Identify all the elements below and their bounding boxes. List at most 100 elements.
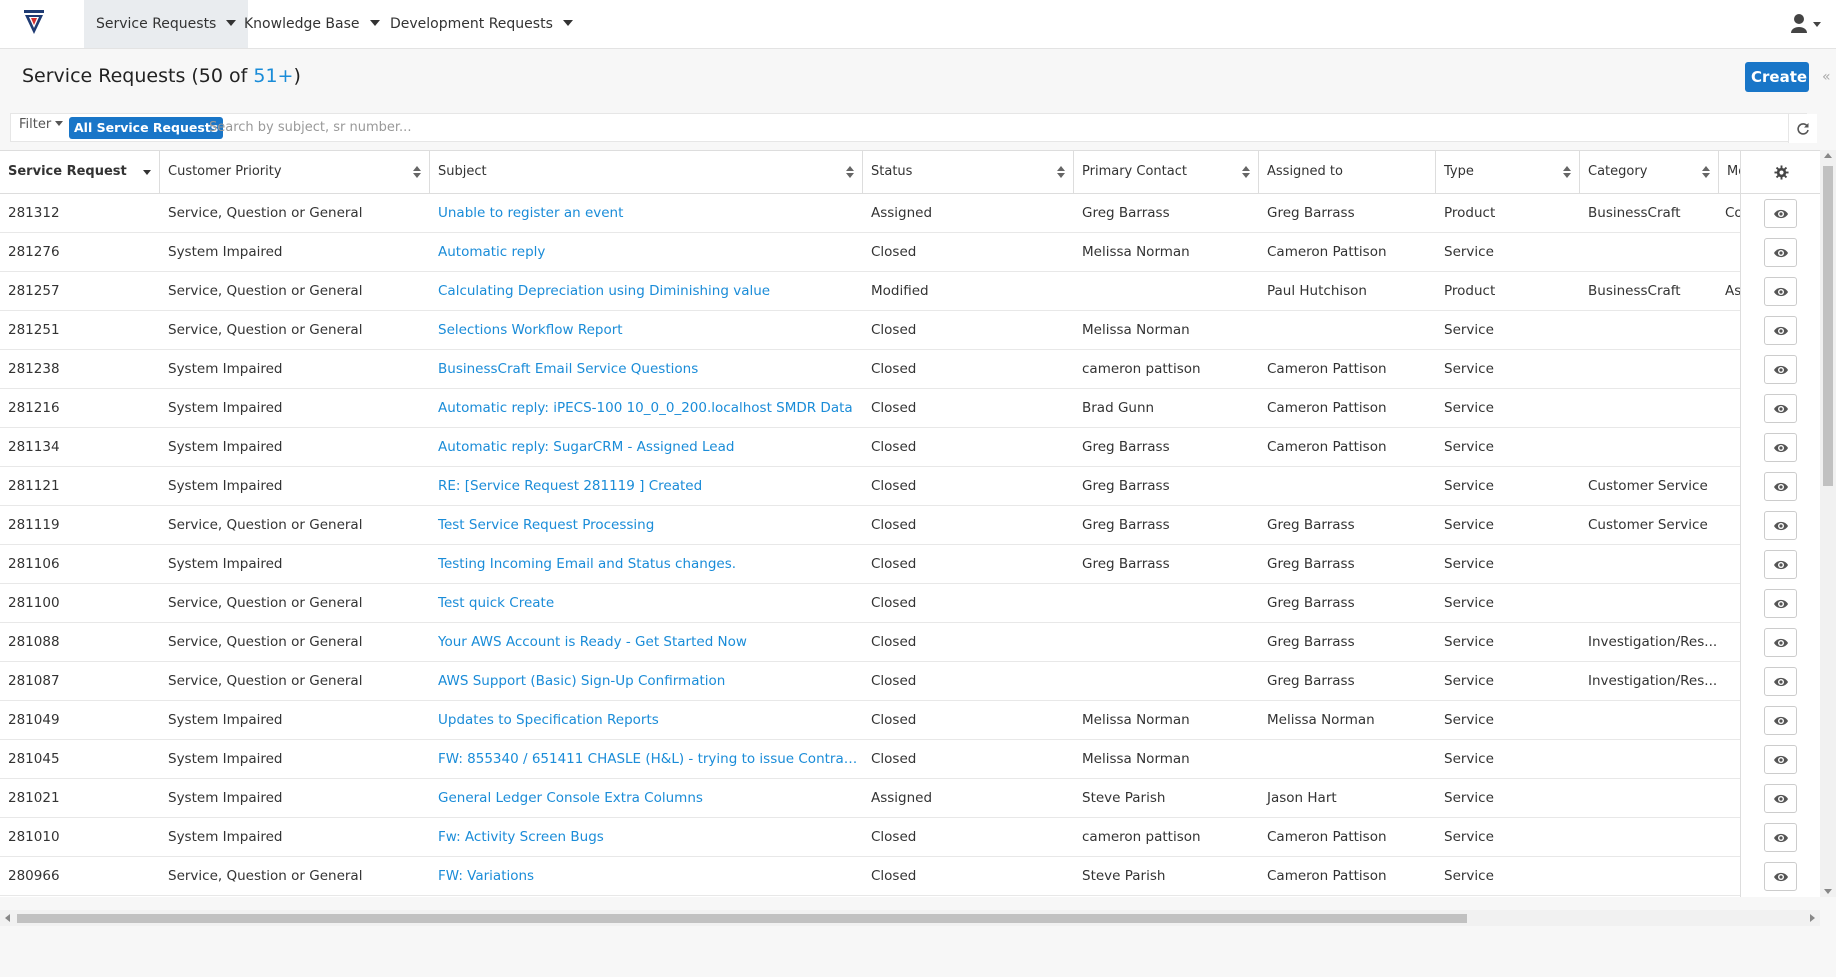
- cell-subject[interactable]: Calculating Depreciation using Diminishi…: [430, 272, 863, 310]
- scroll-down-icon[interactable]: [1824, 889, 1832, 894]
- refresh-button[interactable]: [1788, 114, 1817, 143]
- nav-service-requests[interactable]: Service Requests: [84, 0, 249, 48]
- view-row-button[interactable]: [1764, 862, 1797, 891]
- view-row-button[interactable]: [1764, 823, 1797, 852]
- cell-subject[interactable]: FW: Variations: [430, 857, 863, 895]
- view-row-button[interactable]: [1764, 472, 1797, 501]
- column-header-category[interactable]: Category: [1580, 151, 1719, 193]
- chevron-down-icon: [55, 121, 64, 126]
- cell-subject[interactable]: Your AWS Account is Ready - Get Started …: [430, 623, 863, 661]
- cell-primary-contact: Melissa Norman: [1082, 751, 1190, 767]
- table-row[interactable]: 281251 Service, Question or General Select…: [0, 311, 1740, 350]
- column-settings-button[interactable]: [1741, 150, 1820, 194]
- view-row-button[interactable]: [1764, 433, 1797, 462]
- active-filter-chip[interactable]: All Service Requests: [69, 117, 224, 139]
- eye-icon: [1773, 638, 1788, 647]
- table-row[interactable]: 281216 System Impaired Automatic reply: iP…: [0, 389, 1740, 428]
- table-row[interactable]: 281134 System Impaired Automatic reply: Su…: [0, 428, 1740, 467]
- app-logo-icon[interactable]: [22, 8, 46, 38]
- nav-knowledge-base[interactable]: Knowledge Base: [232, 0, 392, 48]
- cell-status: Closed: [871, 556, 917, 572]
- cell-subject[interactable]: Test quick Create: [430, 584, 863, 622]
- table-row[interactable]: 281276 System Impaired Automatic reply Clos…: [0, 233, 1740, 272]
- table-row[interactable]: 281238 System Impaired BusinessCraft Email…: [0, 350, 1740, 389]
- table-row[interactable]: 281106 System Impaired Testing Incoming Em…: [0, 545, 1740, 584]
- filter-dropdown[interactable]: Filter: [19, 117, 64, 132]
- view-row-button[interactable]: [1764, 784, 1797, 813]
- cell-subject[interactable]: BusinessCraft Email Service Questions: [430, 350, 863, 388]
- double-chevron-left-icon[interactable]: «: [1822, 69, 1831, 85]
- cell-service-request: 281251: [8, 322, 60, 338]
- scroll-right-icon[interactable]: [1810, 914, 1815, 922]
- cell-subject[interactable]: Automatic reply: [430, 233, 863, 271]
- cell-subject[interactable]: Automatic reply: iPECS-100 10_0_0_200.lo…: [430, 389, 863, 427]
- view-row-button[interactable]: [1764, 745, 1797, 774]
- column-header-type[interactable]: Type: [1436, 151, 1580, 193]
- vertical-scrollbar-thumb[interactable]: [1823, 166, 1833, 486]
- column-header-service-request[interactable]: Service Request: [0, 151, 160, 193]
- column-header-primary-contact[interactable]: Primary Contact: [1074, 151, 1259, 193]
- cell-service-request: 281257: [8, 283, 60, 299]
- column-header-status[interactable]: Status: [863, 151, 1074, 193]
- table-header: Service Request Customer Priority Subjec…: [0, 150, 1820, 194]
- cell-customer-priority: Service, Question or General: [168, 595, 363, 611]
- table-row[interactable]: 280966 Service, Question or General FW: Va…: [0, 857, 1740, 896]
- cell-service-request: 281216: [8, 400, 60, 416]
- cell-type: Service: [1444, 634, 1494, 650]
- view-row-button[interactable]: [1764, 394, 1797, 423]
- horizontal-scrollbar[interactable]: [0, 910, 1820, 926]
- view-row-button[interactable]: [1764, 277, 1797, 306]
- column-header-assigned-to[interactable]: Assigned to: [1259, 151, 1436, 193]
- view-row-button[interactable]: [1764, 511, 1797, 540]
- column-header-label: Customer Priority: [168, 164, 282, 179]
- view-row-button[interactable]: [1764, 199, 1797, 228]
- cell-subject[interactable]: Updates to Specification Reports: [430, 701, 863, 739]
- table-row[interactable]: 281312 Service, Question or General Unable…: [0, 194, 1743, 233]
- total-count-link[interactable]: 51+: [253, 65, 293, 87]
- column-header-customer-priority[interactable]: Customer Priority: [160, 151, 430, 193]
- cell-subject[interactable]: General Ledger Console Extra Columns: [430, 779, 863, 817]
- cell-subject[interactable]: Automatic reply: SugarCRM - Assigned Lea…: [430, 428, 863, 466]
- table-row[interactable]: 281045 System Impaired FW: 855340 / 651411…: [0, 740, 1740, 779]
- table-row[interactable]: 281119 Service, Question or General Test S…: [0, 506, 1740, 545]
- cell-subject[interactable]: Unable to register an event: [430, 194, 863, 232]
- cell-subject[interactable]: AWS Support (Basic) Sign-Up Confirmation: [430, 662, 863, 700]
- scroll-up-icon[interactable]: [1824, 153, 1832, 158]
- cell-category: BusinessCraft: [1588, 283, 1681, 299]
- vertical-scrollbar[interactable]: [1820, 150, 1836, 897]
- table-row[interactable]: 281021 System Impaired General Ledger Cons…: [0, 779, 1740, 818]
- view-row-button[interactable]: [1764, 589, 1797, 618]
- table-row[interactable]: 281257 Service, Question or General Calcul…: [0, 272, 1741, 311]
- nav-development-requests[interactable]: Development Requests: [378, 0, 585, 48]
- scroll-left-icon[interactable]: [5, 914, 10, 922]
- sort-icon: [1242, 166, 1250, 178]
- view-row-button[interactable]: [1764, 667, 1797, 696]
- horizontal-scrollbar-thumb[interactable]: [17, 914, 1467, 923]
- cell-subject[interactable]: Test Service Request Processing: [430, 506, 863, 544]
- table-row[interactable]: 281100 Service, Question or General Test q…: [0, 584, 1740, 623]
- table-row[interactable]: 281088 Service, Question or General Your A…: [0, 623, 1740, 662]
- view-row-button[interactable]: [1764, 238, 1797, 267]
- cell-subject[interactable]: Selections Workflow Report: [430, 311, 863, 349]
- cell-subject[interactable]: RE: [Service Request 281119 ] Created: [430, 467, 863, 505]
- cell-subject[interactable]: Fw: Activity Screen Bugs: [430, 818, 863, 856]
- cell-customer-priority: System Impaired: [168, 556, 283, 572]
- view-row-button[interactable]: [1764, 628, 1797, 657]
- sort-icon: [413, 166, 421, 178]
- table-row[interactable]: 281121 System Impaired RE: [Service Reques…: [0, 467, 1740, 506]
- view-row-button[interactable]: [1764, 706, 1797, 735]
- search-input[interactable]: [207, 116, 1777, 139]
- table-row[interactable]: 281049 System Impaired Updates to Specific…: [0, 701, 1740, 740]
- column-header-subject[interactable]: Subject: [430, 151, 863, 193]
- cell-assigned-to: Jason Hart: [1267, 790, 1337, 806]
- user-menu[interactable]: [1790, 13, 1824, 35]
- cell-subject[interactable]: Testing Incoming Email and Status change…: [430, 545, 863, 583]
- create-button[interactable]: Create: [1745, 62, 1809, 92]
- view-row-button[interactable]: [1764, 316, 1797, 345]
- cell-subject[interactable]: FW: 855340 / 651411 CHASLE (H&L) - tryin…: [430, 740, 863, 778]
- view-row-button[interactable]: [1764, 355, 1797, 384]
- table-row[interactable]: 281010 System Impaired Fw: Activity Screen…: [0, 818, 1740, 857]
- table-row[interactable]: 281087 Service, Question or General AWS Su…: [0, 662, 1740, 701]
- cell-service-request: 281134: [8, 439, 60, 455]
- view-row-button[interactable]: [1764, 550, 1797, 579]
